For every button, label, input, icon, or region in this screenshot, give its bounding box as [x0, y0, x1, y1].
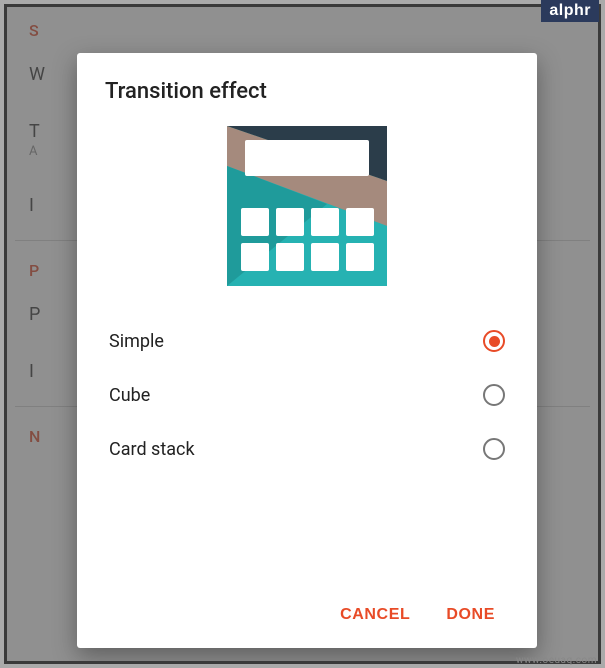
- dialog-title: Transition effect: [105, 79, 509, 104]
- option-cube[interactable]: Cube: [105, 368, 509, 422]
- option-label: Simple: [109, 331, 164, 352]
- radio-unselected-icon: [483, 384, 505, 406]
- radio-unselected-icon: [483, 438, 505, 460]
- launcher-preview-icon: [227, 126, 387, 286]
- dialog-actions: CANCEL DONE: [105, 588, 509, 634]
- watermark: www.oeuaq.com: [516, 655, 597, 666]
- app-frame: S W T A I P P I N Transition effect: [4, 4, 601, 664]
- option-card-stack[interactable]: Card stack: [105, 422, 509, 476]
- options-list: Simple Cube Card stack: [105, 314, 509, 588]
- cancel-button[interactable]: CANCEL: [326, 596, 424, 634]
- option-simple[interactable]: Simple: [105, 314, 509, 368]
- preview-container: [105, 126, 509, 286]
- option-label: Cube: [109, 385, 150, 406]
- alphr-badge: alphr: [541, 0, 599, 22]
- done-button[interactable]: DONE: [432, 596, 509, 634]
- transition-effect-dialog: Transition effect: [77, 53, 537, 648]
- radio-selected-icon: [483, 330, 505, 352]
- option-label: Card stack: [109, 439, 195, 460]
